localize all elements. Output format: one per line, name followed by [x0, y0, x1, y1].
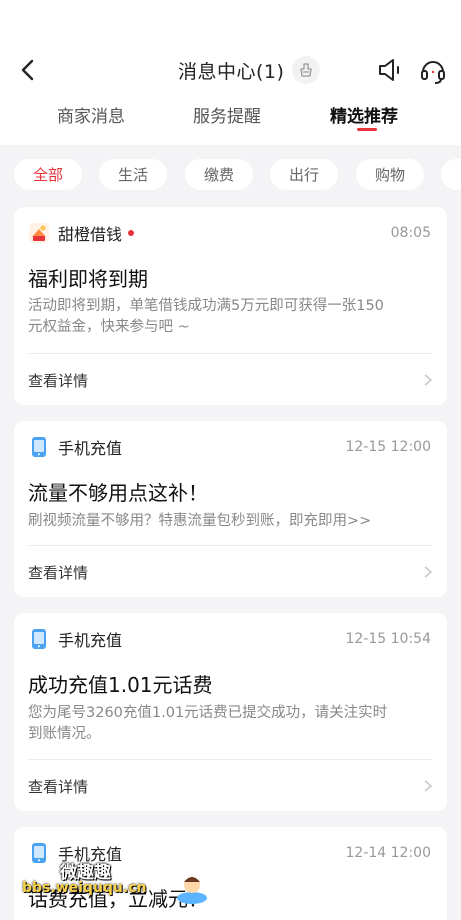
card-header: 手机充值 — [28, 435, 122, 459]
message-card[interactable]: 手机充值 12-15 12:00 流量不够用点这补！ 刷视频流量不够用？特惠流量… — [14, 421, 447, 597]
filter-chip-travel[interactable]: 出行 — [270, 159, 338, 190]
message-card[interactable]: 手机充值 12-15 10:54 成功充值1.01元话费 您为尾号3260充值1… — [14, 613, 447, 811]
message-body-line: 您为尾号3260充值1.01元话费已提交成功，请关注实时 — [28, 705, 388, 721]
app-name: 甜橙借钱 — [58, 225, 123, 244]
chevron-right-icon[interactable] — [423, 779, 433, 793]
chevron-right-icon[interactable] — [423, 373, 433, 387]
card-header: 手机充值 — [28, 627, 122, 651]
message-time: 12-15 10:54 — [345, 631, 431, 647]
chevron-right-icon[interactable] — [423, 565, 433, 579]
tab-featured[interactable]: 精选推荐 — [330, 102, 398, 127]
app-name: 手机充值 — [58, 439, 123, 458]
headset-icon[interactable] — [418, 56, 448, 86]
message-time: 08:05 — [390, 225, 431, 241]
title-group: 消息中心(1) — [178, 54, 321, 86]
unread-dot — [128, 230, 135, 236]
speaker-icon[interactable] — [376, 56, 404, 84]
phone-recharge-icon — [32, 437, 46, 457]
view-details-link[interactable]: 查看详情 — [28, 562, 88, 583]
message-body-line: 元权益金，快来参与吧 ~ — [28, 319, 190, 335]
message-title: 流量不够用点这补！ — [28, 481, 208, 505]
message-title: 成功充值1.01元话费 — [28, 673, 213, 697]
page-title: 消息中心(1) — [178, 60, 285, 83]
divider — [28, 545, 433, 546]
active-tab-indicator — [357, 128, 377, 131]
message-body-line: 到账情况。 — [28, 726, 101, 742]
filter-chip-bills[interactable]: 缴费 — [185, 159, 253, 190]
view-details-link[interactable]: 查看详情 — [28, 776, 88, 797]
message-body: 刷视频流量不够用？特惠流量包秒到账，即充即用>> — [28, 511, 433, 532]
mascot-icon — [177, 877, 207, 904]
message-body-line: 刷视频流量不够用？特惠流量包秒到账，即充即用>> — [28, 513, 372, 529]
phone-recharge-icon — [32, 629, 46, 649]
tab-bar: 商家消息 服务提醒 精选推荐 — [0, 96, 461, 136]
app-name: 手机充值 — [58, 631, 123, 650]
message-body-line: 活动即将到期，单笔借钱成功满5万元即可获得一张150 — [28, 298, 384, 314]
card-header: 甜橙借钱 — [28, 221, 135, 245]
message-card[interactable]: 甜橙借钱 08:05 福利即将到期 活动即将到期，单笔借钱成功满5万元即可获得一… — [14, 207, 447, 405]
tab-service-reminders[interactable]: 服务提醒 — [193, 102, 261, 127]
navigation-bar: 消息中心(1) — [0, 48, 461, 92]
message-time: 12-14 12:00 — [345, 845, 431, 861]
filter-chip-more[interactable] — [441, 159, 461, 190]
message-time: 12-15 12:00 — [345, 439, 431, 455]
filter-chip-all[interactable]: 全部 — [14, 159, 82, 190]
tab-merchant-messages[interactable]: 商家消息 — [57, 102, 125, 127]
view-details-link[interactable]: 查看详情 — [28, 370, 88, 391]
watermark-url: bbs.weiququ.cn — [22, 880, 147, 896]
clear-messages-button[interactable] — [292, 56, 321, 84]
filter-chip-life[interactable]: 生活 — [99, 159, 167, 190]
filter-chip-shopping[interactable]: 购物 — [356, 159, 424, 190]
sweet-orange-loan-icon — [29, 223, 49, 243]
message-body: 活动即将到期，单笔借钱成功满5万元即可获得一张150 元权益金，快来参与吧 ~ — [28, 296, 433, 338]
top-bar: 消息中心(1) 商家消息 服务提醒 精选推荐 — [0, 0, 461, 145]
divider — [28, 353, 433, 354]
chevron-left-icon[interactable] — [14, 56, 42, 84]
divider — [28, 759, 433, 760]
broom-icon — [300, 63, 313, 77]
category-filter-bar: 全部 生活 缴费 出行 购物 — [0, 159, 461, 191]
message-title: 福利即将到期 — [28, 267, 148, 291]
watermark: 微趣趣 bbs.weiququ.cn — [22, 858, 242, 908]
message-body: 您为尾号3260充值1.01元话费已提交成功，请关注实时 到账情况。 — [28, 703, 433, 745]
